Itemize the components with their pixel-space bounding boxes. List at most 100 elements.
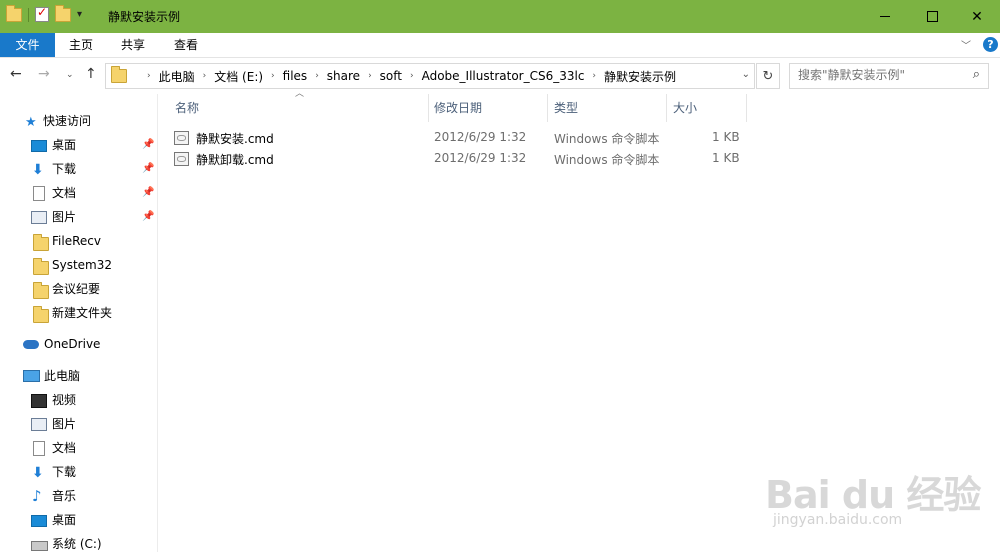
sidebar-item-this-pc[interactable]: 此电脑 xyxy=(0,365,156,387)
sidebar-item-onedrive[interactable]: OneDrive xyxy=(0,333,156,355)
sidebar-item-filerecv[interactable]: FileRecv xyxy=(0,230,156,252)
watermark-brand: Bai du 经验 xyxy=(765,473,981,517)
breadcrumb-this-pc[interactable]: 此电脑 xyxy=(159,68,195,85)
recent-locations-icon[interactable]: ⌄ xyxy=(66,70,74,80)
title-bar: ▾ 静默安装示例 ✕ xyxy=(0,0,1000,33)
sidebar-item-videos[interactable]: 视频 xyxy=(0,389,156,411)
sidebar-item-label: 新建文件夹 xyxy=(52,306,113,320)
sidebar-item-pc-downloads[interactable]: ⬇ 下载 xyxy=(0,461,156,483)
desktop-icon xyxy=(31,515,47,527)
sidebar-item-documents[interactable]: 文档 📌 xyxy=(0,182,156,204)
sidebar-item-quick-access[interactable]: ★ 快速访问 xyxy=(0,110,156,132)
divider xyxy=(28,7,29,22)
pin-icon[interactable]: 📌 xyxy=(142,134,154,156)
breadcrumb-illustrator[interactable]: Adobe_Illustrator_CS6_33lc xyxy=(422,69,585,83)
sidebar-item-music[interactable]: ♪ 音乐 xyxy=(0,485,156,507)
sidebar-item-system32[interactable]: System32 xyxy=(0,254,156,276)
search-box[interactable]: ⌕ xyxy=(789,63,989,89)
watermark-url: jingyan.baidu.com xyxy=(773,512,903,528)
download-icon: ⬇ xyxy=(32,465,44,481)
sidebar-item-label: 音乐 xyxy=(52,489,77,503)
search-icon[interactable]: ⌕ xyxy=(973,67,980,82)
sidebar-item-label: 视频 xyxy=(52,393,77,407)
properties-icon[interactable] xyxy=(35,5,49,22)
breadcrumb-drive-e[interactable]: 文档 (E:) xyxy=(214,68,263,85)
back-button[interactable]: ← xyxy=(10,66,22,82)
breadcrumb-share[interactable]: share xyxy=(327,69,360,83)
search-input[interactable] xyxy=(790,64,968,86)
maximize-icon xyxy=(926,11,938,22)
minimize-button[interactable] xyxy=(862,0,908,33)
chevron-right-icon[interactable]: › xyxy=(410,71,414,81)
customize-toolbar-icon[interactable]: ▾ xyxy=(77,9,82,20)
sidebar-item-pc-pictures[interactable]: 图片 xyxy=(0,413,156,435)
breadcrumb-soft[interactable]: soft xyxy=(380,69,402,83)
video-icon xyxy=(31,394,47,408)
up-button[interactable]: ↑ xyxy=(85,66,97,82)
file-modified: 2012/6/29 1:32 xyxy=(434,130,527,144)
file-name: 静默卸载.cmd xyxy=(196,153,274,167)
chevron-down-icon[interactable]: ⌄ xyxy=(742,69,750,80)
picture-icon xyxy=(31,211,47,224)
tab-view[interactable]: 查看 xyxy=(162,33,210,57)
folder-icon xyxy=(33,258,49,275)
minimize-icon xyxy=(880,16,890,17)
tab-home[interactable]: 主页 xyxy=(58,33,104,57)
column-divider[interactable] xyxy=(428,94,429,122)
file-modified: 2012/6/29 1:32 xyxy=(434,151,527,165)
sidebar-item-pc-desktop[interactable]: 桌面 xyxy=(0,509,156,531)
column-header-modified[interactable]: 修改日期 xyxy=(434,94,544,122)
chevron-right-icon[interactable]: › xyxy=(315,71,319,81)
pin-icon[interactable]: 📌 xyxy=(142,206,154,228)
column-header-size[interactable]: 大小 xyxy=(673,94,743,122)
table-row[interactable]: 静默安装.cmd 2012/6/29 1:32 Windows 命令脚本 1 K… xyxy=(171,127,745,147)
column-divider[interactable] xyxy=(746,94,747,122)
sidebar-item-pictures[interactable]: 图片 📌 xyxy=(0,206,156,228)
table-row[interactable]: 静默卸载.cmd 2012/6/29 1:32 Windows 命令脚本 1 K… xyxy=(171,148,745,168)
tab-share[interactable]: 共享 xyxy=(108,33,158,57)
sidebar-item-label: 图片 xyxy=(52,417,77,431)
file-type: Windows 命令脚本 xyxy=(554,132,660,146)
column-header-type[interactable]: 类型 xyxy=(554,94,664,122)
sidebar-item-meeting-notes[interactable]: 会议纪要 xyxy=(0,278,156,300)
folder-icon xyxy=(33,234,49,251)
forward-button[interactable]: → xyxy=(38,66,50,82)
chevron-right-icon[interactable]: › xyxy=(271,71,275,81)
sidebar-item-label: 快速访问 xyxy=(43,114,92,128)
column-header-name[interactable]: 名称 xyxy=(175,94,425,122)
computer-icon xyxy=(23,370,40,382)
pin-icon[interactable]: 📌 xyxy=(142,182,154,204)
close-button[interactable]: ✕ xyxy=(954,0,1000,33)
folder-icon xyxy=(33,306,49,323)
breadcrumb-current[interactable]: 静默安装示例 xyxy=(604,68,676,85)
file-type: Windows 命令脚本 xyxy=(554,153,660,167)
ribbon: 文件 主页 共享 查看 ﹀ ? xyxy=(0,33,1000,58)
sidebar-item-label: 此电脑 xyxy=(44,369,81,383)
new-folder-icon[interactable] xyxy=(55,4,71,22)
sidebar-item-label: 桌面 xyxy=(52,138,77,152)
document-icon xyxy=(33,186,45,201)
help-icon[interactable]: ? xyxy=(983,37,998,52)
sidebar-item-downloads[interactable]: ⬇ 下载 📌 xyxy=(0,158,156,180)
maximize-button[interactable] xyxy=(909,0,955,33)
tab-file[interactable]: 文件 xyxy=(0,33,55,57)
refresh-button[interactable]: ↻ xyxy=(756,63,780,89)
quick-access-toolbar: ▾ xyxy=(6,4,82,22)
chevron-right-icon[interactable]: › xyxy=(203,71,207,81)
sidebar-item-new-folder[interactable]: 新建文件夹 xyxy=(0,302,156,324)
sidebar-item-desktop[interactable]: 桌面 📌 xyxy=(0,134,156,156)
sidebar-item-label: FileRecv xyxy=(52,234,101,248)
column-divider[interactable] xyxy=(547,94,548,122)
address-bar[interactable]: › 此电脑 › 文档 (E:) › files › share › soft ›… xyxy=(105,63,755,89)
chevron-right-icon[interactable]: › xyxy=(147,71,151,81)
breadcrumb-files[interactable]: files xyxy=(283,69,308,83)
sidebar-item-pc-documents[interactable]: 文档 xyxy=(0,437,156,459)
picture-icon xyxy=(31,418,47,431)
chevron-right-icon[interactable]: › xyxy=(592,71,596,81)
column-divider[interactable] xyxy=(666,94,667,122)
sidebar-item-label: System32 xyxy=(52,258,113,272)
script-file-icon xyxy=(174,152,189,166)
chevron-right-icon[interactable]: › xyxy=(368,71,372,81)
pin-icon[interactable]: 📌 xyxy=(142,158,154,180)
expand-ribbon-icon[interactable]: ﹀ xyxy=(961,37,971,52)
